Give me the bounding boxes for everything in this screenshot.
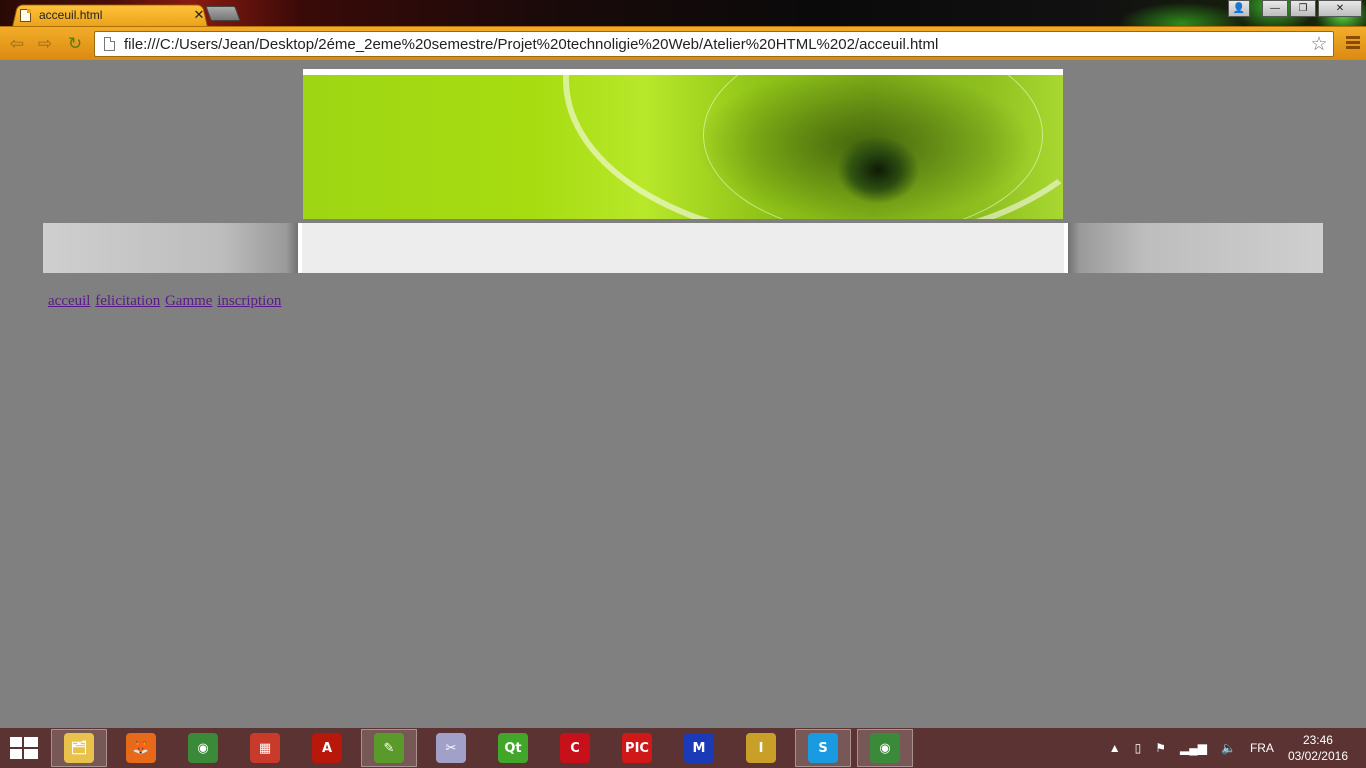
- firefox-icon: 🦊: [126, 733, 156, 763]
- new-tab-button[interactable]: [205, 6, 241, 21]
- tab-close-icon[interactable]: ✕: [192, 7, 206, 23]
- taskbar-skype[interactable]: S: [795, 729, 851, 767]
- tab-title: acceuil.html: [39, 8, 103, 22]
- taskbar-windows-store[interactable]: ▦: [237, 729, 293, 767]
- windows-taskbar: 🗂 🦊 ◉ ▦ A ✎ ✂ Qt C PIC M I S ◉ ▲ ▯ ⚑ ▂▄▆ 🔈 FRA 23:46 …: [0, 728, 1366, 768]
- page-icon: [104, 37, 115, 51]
- network-icon[interactable]: ▂▄▆: [1180, 741, 1207, 755]
- banner-glass-ring: [703, 75, 1043, 219]
- menu-bar: [43, 223, 1323, 273]
- user-profile-icon[interactable]: 👤: [1228, 0, 1250, 17]
- banner-image: [303, 75, 1063, 219]
- taskbar-isis-proteus[interactable]: I: [733, 729, 789, 767]
- link-felicitation[interactable]: felicitation: [95, 293, 160, 309]
- clock-time: 23:46: [1302, 733, 1333, 747]
- taskbar-firefox[interactable]: 🦊: [113, 729, 169, 767]
- windows-store-icon: ▦: [250, 733, 280, 763]
- nav-links: acceuil felicitation Gamme inscription: [48, 293, 282, 310]
- restore-button[interactable]: ❐: [1290, 0, 1316, 17]
- menu-bar-center: [298, 223, 1068, 273]
- header-banner: [303, 69, 1063, 219]
- page-favicon-icon: [20, 8, 31, 22]
- address-bar[interactable]: file:///C:/Users/Jean/Desktop/2éme_2eme%…: [94, 31, 1334, 57]
- chrome-icon: ◉: [188, 733, 218, 763]
- taskbar-file-explorer[interactable]: 🗂: [51, 729, 107, 767]
- snipping-tool-icon: ✂: [436, 733, 466, 763]
- taskbar-snipping-tool[interactable]: ✂: [423, 729, 479, 767]
- pic-c-icon: PIC: [622, 733, 652, 763]
- reload-icon[interactable]: ↻: [64, 34, 86, 54]
- volume-icon[interactable]: 🔈: [1221, 741, 1236, 755]
- clock-date: 03/02/2016: [1287, 749, 1348, 763]
- taskbar-qt-creator[interactable]: Qt: [485, 729, 541, 767]
- action-center-flag-icon[interactable]: ⚑: [1155, 741, 1166, 755]
- browser-toolbar: ⇦ ⇨ ↻ file:///C:/Users/Jean/Desktop/2éme…: [0, 26, 1366, 60]
- language-indicator[interactable]: FRA: [1250, 741, 1274, 755]
- taskbar-mikroc[interactable]: C: [547, 729, 603, 767]
- chrome-active-icon: ◉: [870, 733, 900, 763]
- clock[interactable]: 23:46 03/02/2016: [1288, 732, 1348, 764]
- acrobat-reader-icon: A: [312, 733, 342, 763]
- skype-icon: S: [808, 733, 838, 763]
- mplab-ide-icon: M: [684, 733, 714, 763]
- taskbar-pic-c[interactable]: PIC: [609, 729, 665, 767]
- taskbar-acrobat-reader[interactable]: A: [299, 729, 355, 767]
- link-gamme[interactable]: Gamme: [165, 293, 212, 309]
- chrome-menu-icon[interactable]: [1346, 36, 1360, 51]
- minimize-button[interactable]: —: [1262, 0, 1288, 17]
- browser-titlebar: acceuil.html ✕ 👤 — ❐ ✕: [0, 0, 1366, 26]
- mikroc-icon: C: [560, 733, 590, 763]
- forward-arrow-icon[interactable]: ⇨: [34, 34, 56, 54]
- link-inscription[interactable]: inscription: [217, 293, 281, 309]
- window-controls: 👤 — ❐ ✕: [1228, 0, 1362, 17]
- qt-creator-icon: Qt: [498, 733, 528, 763]
- device-icon[interactable]: ▯: [1135, 741, 1142, 755]
- system-tray: ▲ ▯ ⚑ ▂▄▆ 🔈 FRA 23:46 03/02/2016: [1109, 728, 1366, 768]
- taskbar-chrome-active[interactable]: ◉: [857, 729, 913, 767]
- taskbar-mplab-ide[interactable]: M: [671, 729, 727, 767]
- taskbar-notepad-plus[interactable]: ✎: [361, 729, 417, 767]
- link-acceuil[interactable]: acceuil: [48, 293, 90, 309]
- url-text[interactable]: file:///C:/Users/Jean/Desktop/2éme_2eme%…: [124, 36, 1305, 53]
- back-arrow-icon[interactable]: ⇦: [6, 34, 28, 54]
- file-explorer-icon: 🗂: [64, 733, 94, 763]
- isis-proteus-icon: I: [746, 733, 776, 763]
- taskbar-chrome[interactable]: ◉: [175, 729, 231, 767]
- show-hidden-icons[interactable]: ▲: [1109, 741, 1121, 755]
- tab-acceuil[interactable]: acceuil.html ✕: [20, 5, 206, 25]
- notepad-plus-icon: ✎: [374, 733, 404, 763]
- bookmark-star-icon[interactable]: ☆: [1305, 33, 1333, 56]
- start-button[interactable]: [10, 737, 38, 759]
- close-window-button[interactable]: ✕: [1318, 0, 1362, 17]
